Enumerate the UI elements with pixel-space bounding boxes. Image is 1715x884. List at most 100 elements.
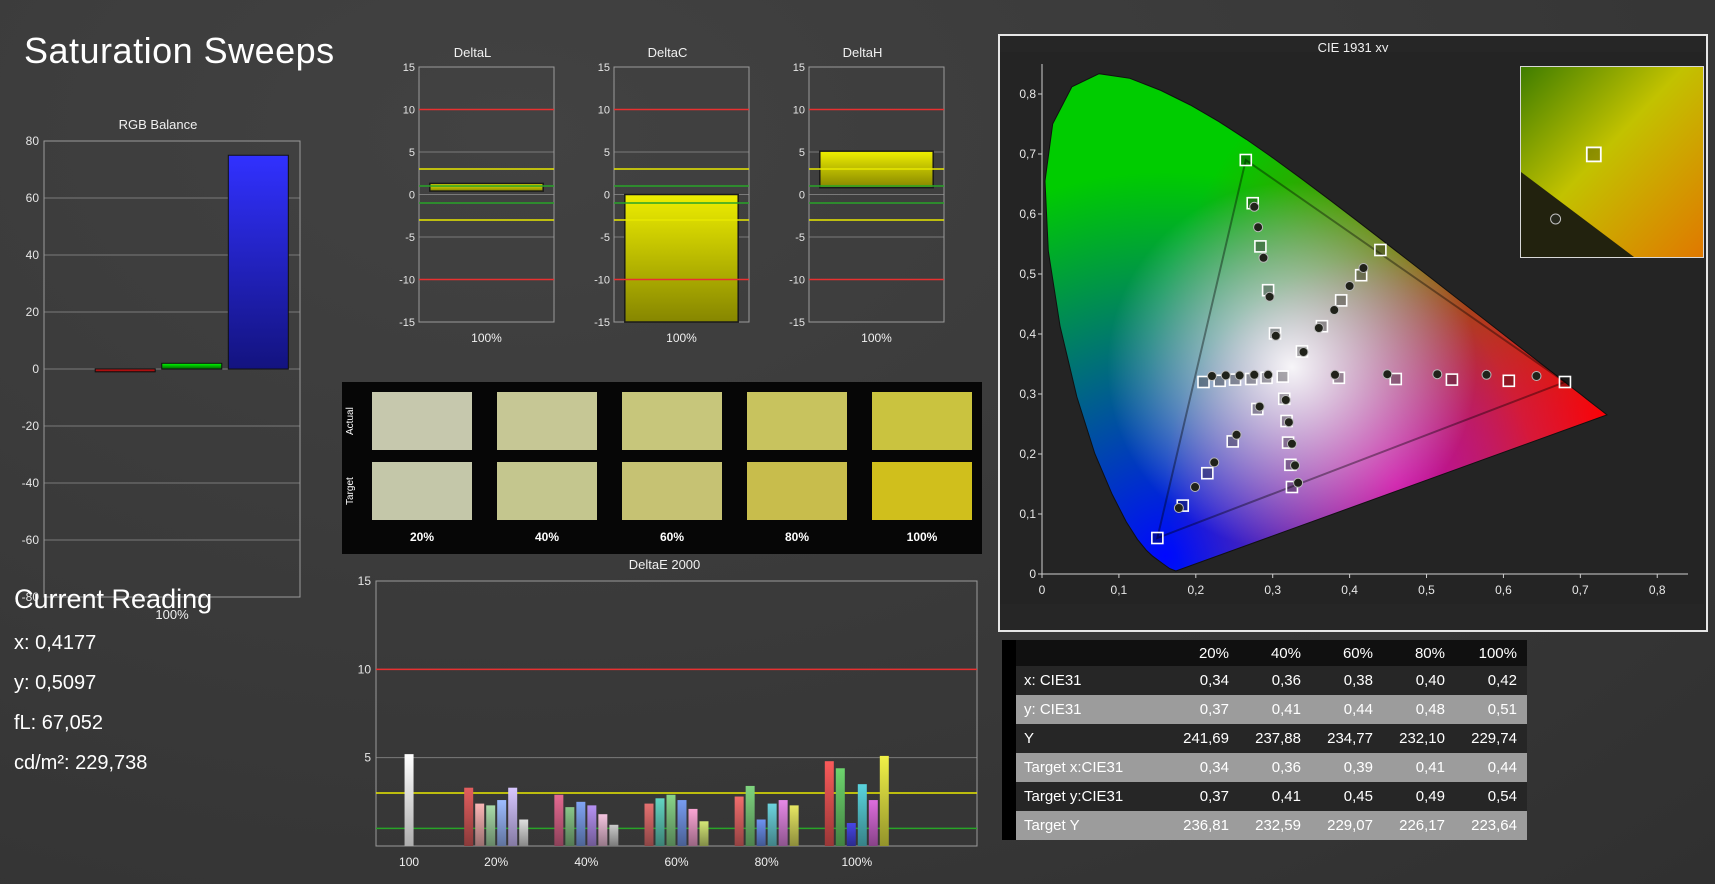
inset-measured-marker bbox=[1550, 213, 1562, 225]
table-cell: 0,34 bbox=[1199, 759, 1229, 776]
measured-marker bbox=[1313, 323, 1324, 333]
table-cell: 0,44 bbox=[1343, 701, 1373, 718]
delta-l-chart[interactable]: DeltaL 15 10 5 0 -5 -10 -15 100% bbox=[385, 44, 560, 352]
tick-label: 10 bbox=[598, 105, 610, 117]
swatch-column-label: 100% bbox=[906, 530, 938, 544]
tick-label: 15 bbox=[403, 62, 415, 74]
saturation-swatch-panel[interactable]: Actual Target 20% 40% 60% 80% 100% bbox=[342, 382, 982, 554]
table-cell: 0,41 bbox=[1271, 788, 1301, 805]
target-marker bbox=[1151, 531, 1164, 545]
tick-label: 5 bbox=[364, 751, 371, 765]
target-marker bbox=[1374, 243, 1387, 257]
group-label: 100 bbox=[399, 855, 419, 869]
delta-e2000-chart-title: DeltaE 2000 bbox=[628, 557, 701, 572]
measurement-table[interactable]: 20% 40% 60% 80% 100% x: CIE31 0,34 0,36 0,38 0,40… bbox=[1002, 640, 1527, 840]
group-label: 20% bbox=[484, 855, 508, 869]
tick-label: 60 bbox=[26, 191, 40, 205]
tick-label: 10 bbox=[793, 105, 805, 117]
table-cell: 0,44 bbox=[1487, 759, 1517, 776]
delta-e-bar bbox=[767, 803, 777, 846]
rgb-balance-chart-title: RGB Balance bbox=[118, 117, 198, 132]
target-marker bbox=[1276, 370, 1290, 383]
swatch-column-label: 20% bbox=[409, 530, 435, 544]
table-cell: 0,39 bbox=[1343, 759, 1373, 776]
delta-e2000-plot: 15 10 5 100 20% 40% 60% 80% 100% bbox=[342, 573, 987, 877]
group-label: 80% bbox=[755, 855, 779, 869]
measured-marker bbox=[1206, 371, 1217, 381]
cie-1931-chart[interactable]: CIE 1931 xy 0 0 0,1 0,1 0,2 0,2 0,3 0,3 0,4 0,4 0,… bbox=[998, 34, 1708, 632]
tick-label: -10 bbox=[594, 275, 610, 287]
table-cell: 0,48 bbox=[1415, 701, 1445, 718]
table-cell: 232,10 bbox=[1399, 730, 1445, 747]
delta-h-chart-title: DeltaH bbox=[842, 45, 883, 60]
tick-label: 0 bbox=[1039, 583, 1046, 597]
delta-e-bar bbox=[655, 798, 665, 846]
table-row-label: Target Y bbox=[1024, 817, 1080, 834]
tick-label: 15 bbox=[598, 62, 610, 74]
measured-marker bbox=[1298, 347, 1309, 357]
current-reading-value: y: 0,5097 bbox=[14, 672, 97, 694]
swatch-actual-60% bbox=[622, 392, 722, 450]
delta-e-bar bbox=[565, 807, 575, 846]
table-cell: 0,41 bbox=[1415, 759, 1445, 776]
tick-label: 0,5 bbox=[1418, 583, 1435, 597]
table-row-label: x: CIE31 bbox=[1024, 672, 1082, 689]
table-row-label: Target y:CIE31 bbox=[1024, 788, 1124, 805]
table-cell: 0,34 bbox=[1199, 672, 1229, 689]
rgb-bar-red bbox=[94, 368, 156, 373]
tick-label: 0,3 bbox=[1264, 583, 1281, 597]
measured-marker bbox=[1344, 281, 1355, 291]
swatch-actual-20% bbox=[372, 392, 472, 450]
table-row-label: Target x:CIE31 bbox=[1024, 759, 1124, 776]
table-cell: 0,37 bbox=[1199, 788, 1229, 805]
delta-e-bar bbox=[644, 803, 654, 846]
delta-c-chart-title: DeltaC bbox=[647, 45, 688, 60]
measured-marker bbox=[1253, 222, 1264, 233]
table-cell: 229,07 bbox=[1327, 817, 1373, 834]
tick-label: 0,2 bbox=[1019, 447, 1036, 461]
measured-marker bbox=[1249, 369, 1260, 380]
delta-c-chart[interactable]: DeltaC 15 10 5 0 -5 -10 -15 100% bbox=[580, 44, 755, 352]
table-row: Y 241,69 237,88 234,77 232,10 229,74 bbox=[1002, 724, 1527, 753]
measured-marker bbox=[1270, 330, 1281, 341]
table-row: Target x:CIE31 0,34 0,36 0,39 0,41 0,44 bbox=[1002, 753, 1527, 782]
tick-label: 5 bbox=[604, 147, 610, 159]
delta-e-bar bbox=[868, 800, 878, 846]
table-row: Target y:CIE31 0,37 0,41 0,45 0,49 0,54 bbox=[1002, 782, 1527, 811]
rgb-balance-chart[interactable]: RGB Balance 80 60 40 20 0 -20 -40 -60 -80 100% bbox=[8, 116, 308, 630]
tick-label: 5 bbox=[409, 147, 415, 159]
tick-label: 0 bbox=[799, 190, 805, 202]
saturation-sweeps-view: Saturation Sweeps RGB Balance 80 60 40 20 0 -… bbox=[0, 0, 1715, 884]
tick-label: -15 bbox=[789, 317, 805, 329]
swatch-column-label: 60% bbox=[659, 530, 685, 544]
swatch-column-label: 40% bbox=[534, 530, 560, 544]
delta-e-bar bbox=[609, 824, 619, 846]
delta-e-bar bbox=[879, 755, 889, 846]
delta-e2000-chart[interactable]: DeltaE 2000 15 10 5 100 20% 40% 60% 80% 100% bbox=[342, 556, 987, 874]
current-reading-panel: Current Reading x: 0,4177 y: 0,5097 fL: 67… bbox=[14, 584, 212, 775]
delta-e-bar bbox=[756, 819, 766, 846]
current-reading-value: fL: 67,052 bbox=[14, 712, 103, 734]
tick-label: 0 bbox=[409, 190, 415, 202]
measured-marker bbox=[1382, 369, 1393, 380]
tick-label: 80 bbox=[26, 134, 40, 148]
tick-label: 0,6 bbox=[1019, 207, 1036, 221]
tick-label: 0,8 bbox=[1649, 583, 1666, 597]
tick-label: -20 bbox=[22, 419, 40, 433]
table-column-header: 20% bbox=[1198, 644, 1229, 662]
table-header-row: 20% 40% 60% 80% 100% bbox=[1002, 640, 1527, 666]
tick-label: 15 bbox=[793, 62, 805, 74]
x-axis-label: 100% bbox=[471, 331, 502, 345]
delta-e-bar bbox=[404, 754, 414, 846]
delta-h-chart[interactable]: DeltaH 15 10 5 0 -5 -10 -15 100% bbox=[775, 44, 950, 352]
tick-label: 10 bbox=[358, 662, 372, 676]
delta-e-bar bbox=[464, 787, 474, 846]
table-row: x: CIE31 0,34 0,36 0,38 0,40 0,42 bbox=[1002, 666, 1527, 695]
tick-label: -15 bbox=[594, 317, 610, 329]
swatch-actual-100% bbox=[872, 392, 972, 450]
swatch-row-label-target: Target bbox=[345, 477, 356, 505]
table-cell: 0,51 bbox=[1487, 701, 1517, 718]
table-cell: 232,59 bbox=[1255, 817, 1301, 834]
table-cell: 0,40 bbox=[1415, 672, 1445, 689]
delta-e-bar bbox=[508, 787, 518, 846]
